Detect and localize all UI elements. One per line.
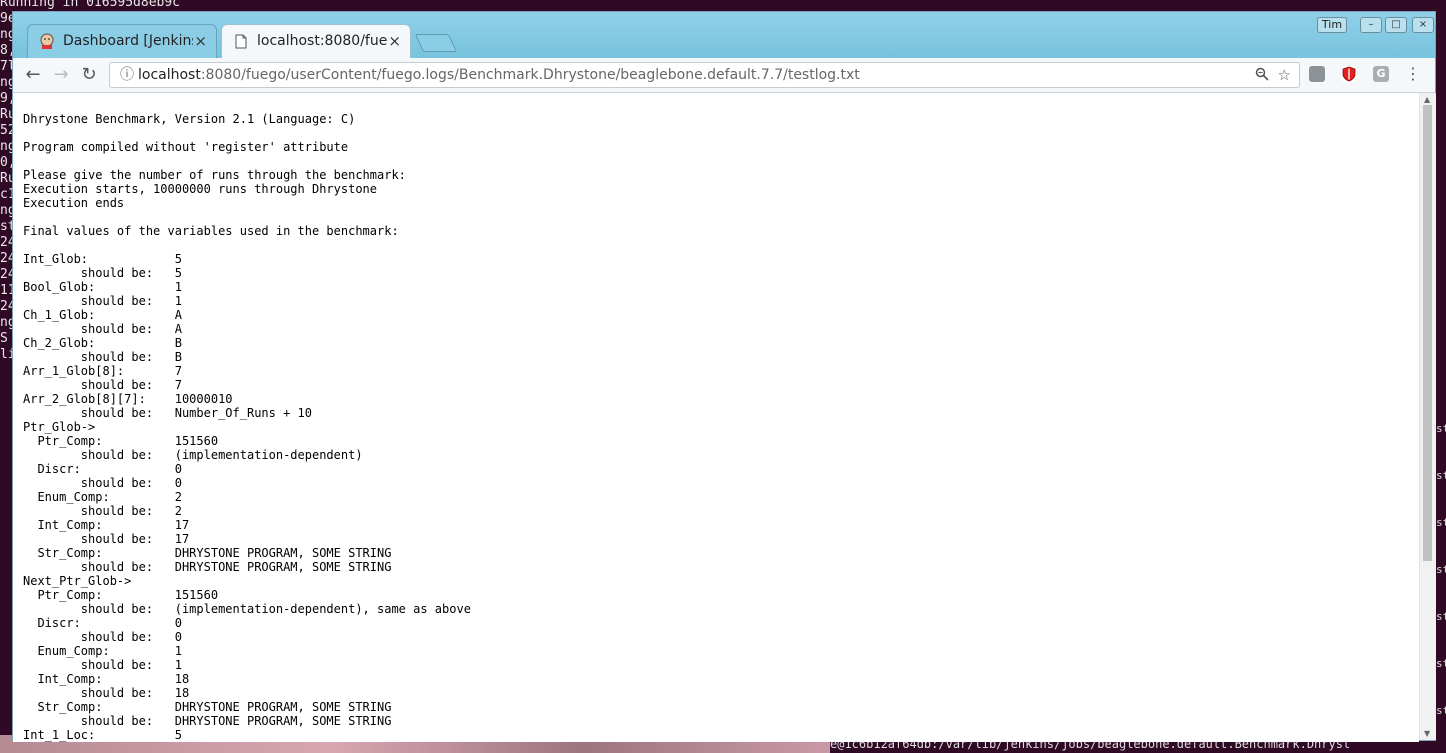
profile-button[interactable]: Tim (1317, 17, 1347, 33)
terminal-fragment: st (1436, 563, 1446, 576)
log-line: Ch_1_Glob: A (23, 308, 182, 322)
log-line: Ptr_Comp: 151560 (23, 434, 219, 448)
terminal-fragment: st (1436, 516, 1446, 529)
log-line: should be: DHRYSTONE PROGRAM, SOME STRIN… (23, 560, 392, 574)
scroll-up-arrow-icon[interactable]: ▲ (1424, 95, 1430, 104)
log-line: Ptr_Comp: 151560 (23, 588, 219, 602)
log-line: Ch_2_Glob: B (23, 336, 182, 350)
log-line: Int_Comp: 17 (23, 518, 190, 532)
url-path: :8080/fuego/userContent/fuego.logs/Bench… (200, 67, 860, 83)
log-line: Bool_Glob: 1 (23, 280, 182, 294)
tab-strip: Dashboard [Jenkins] × localhost:8080/fue… (13, 12, 1435, 58)
log-line: should be: (implementation-dependent) (23, 448, 363, 462)
log-line: should be: 17 (23, 532, 190, 546)
jenkins-icon (39, 33, 55, 49)
grammar-extension-icon[interactable]: G (1373, 66, 1389, 82)
url-text[interactable]: localhost:8080/fuego/userContent/fuego.l… (138, 63, 860, 87)
log-line: should be: 0 (23, 476, 182, 490)
log-line: Please give the number of runs through t… (23, 168, 406, 182)
log-line: Next_Ptr_Glob-> (23, 574, 132, 588)
log-line: Str_Comp: DHRYSTONE PROGRAM, SOME STRING (23, 546, 392, 560)
tab-dashboard-jenkins[interactable]: Dashboard [Jenkins] × (27, 24, 217, 58)
log-line: should be: 2 (23, 504, 182, 518)
log-line: should be: DHRYSTONE PROGRAM, SOME STRIN… (23, 714, 392, 728)
address-bar[interactable]: ⓘ localhost:8080/fuego/userContent/fuego… (109, 62, 1300, 88)
tab-label: Dashboard [Jenkins] (63, 33, 193, 49)
terminal-top-line: Running in 016595d8eb9c (0, 0, 181, 10)
log-line: Execution starts, 10000000 runs through … (23, 182, 378, 196)
browser-toolbar: ← → ↻ ⓘ localhost:8080/fuego/userContent… (13, 58, 1435, 93)
log-line: should be: 18 (23, 686, 190, 700)
tab-close-icon[interactable]: × (194, 32, 207, 50)
log-line: Arr_2_Glob[8][7]: 10000010 (23, 392, 233, 406)
info-icon[interactable]: ⓘ (118, 63, 136, 87)
vertical-scrollbar[interactable]: ▲ ▼ (1419, 93, 1436, 740)
extension-icon[interactable] (1309, 66, 1325, 82)
terminal-fragment: st (1436, 657, 1446, 670)
terminal-fragment: st (1436, 469, 1446, 482)
log-line: Str_Comp: DHRYSTONE PROGRAM, SOME STRING (23, 700, 392, 714)
forward-button[interactable]: → (49, 63, 73, 87)
new-tab-button[interactable] (414, 34, 458, 52)
log-line: should be: A (23, 322, 182, 336)
log-line: Enum_Comp: 1 (23, 644, 182, 658)
tab-label: localhost:8080/fuego (257, 33, 387, 49)
reload-button[interactable]: ↻ (77, 63, 101, 87)
log-line: Discr: 0 (23, 462, 182, 476)
terminal-fragment: st (1436, 704, 1446, 717)
menu-icon[interactable]: ⋮ (1405, 63, 1421, 87)
log-line: should be: 5 (23, 266, 182, 280)
minimize-button[interactable]: – (1360, 17, 1382, 33)
log-line: Int_Comp: 18 (23, 672, 190, 686)
log-line: Dhrystone Benchmark, Version 2.1 (Langua… (23, 112, 356, 126)
log-line: Ptr_Glob-> (23, 420, 96, 434)
log-line: should be: (implementation-dependent), s… (23, 602, 471, 616)
close-window-button[interactable]: × (1412, 17, 1434, 33)
bookmark-star-icon[interactable]: ☆ (1278, 63, 1291, 87)
log-line: Program compiled without 'register' attr… (23, 140, 349, 154)
testlog-text: Dhrystone Benchmark, Version 2.1 (Langua… (23, 112, 471, 742)
shield-icon[interactable] (1341, 66, 1357, 82)
tab-testlog[interactable]: localhost:8080/fuego × (221, 24, 411, 58)
log-line: Final values of the variables used in th… (23, 224, 399, 238)
scroll-down-arrow-icon[interactable]: ▼ (1424, 729, 1430, 738)
log-line: Execution ends (23, 196, 125, 210)
zoom-icon[interactable] (1255, 63, 1269, 87)
scrollbar-thumb[interactable] (1423, 105, 1432, 561)
terminal-fragment: st (1436, 610, 1446, 623)
log-line: Enum_Comp: 2 (23, 490, 182, 504)
log-line: Int_1_Loc: 5 (23, 728, 182, 742)
url-host: localhost (138, 67, 201, 83)
terminal-fragment: st (1436, 422, 1446, 435)
document-icon (233, 33, 249, 49)
browser-window: Dashboard [Jenkins] × localhost:8080/fue… (12, 11, 1436, 742)
tab-close-icon[interactable]: × (388, 32, 401, 50)
log-line: should be: 1 (23, 294, 182, 308)
log-line: Arr_1_Glob[8]: 7 (23, 364, 182, 378)
log-line: should be: 1 (23, 658, 182, 672)
back-button[interactable]: ← (21, 63, 45, 87)
log-line: Discr: 0 (23, 616, 182, 630)
page-content: Dhrystone Benchmark, Version 2.1 (Langua… (13, 93, 1419, 742)
log-line: should be: 7 (23, 378, 182, 392)
log-line: should be: Number_Of_Runs + 10 (23, 406, 312, 420)
log-line: Int_Glob: 5 (23, 252, 182, 266)
log-line: should be: B (23, 350, 182, 364)
maximize-button[interactable]: □ (1385, 17, 1407, 33)
log-line: should be: 0 (23, 630, 182, 644)
